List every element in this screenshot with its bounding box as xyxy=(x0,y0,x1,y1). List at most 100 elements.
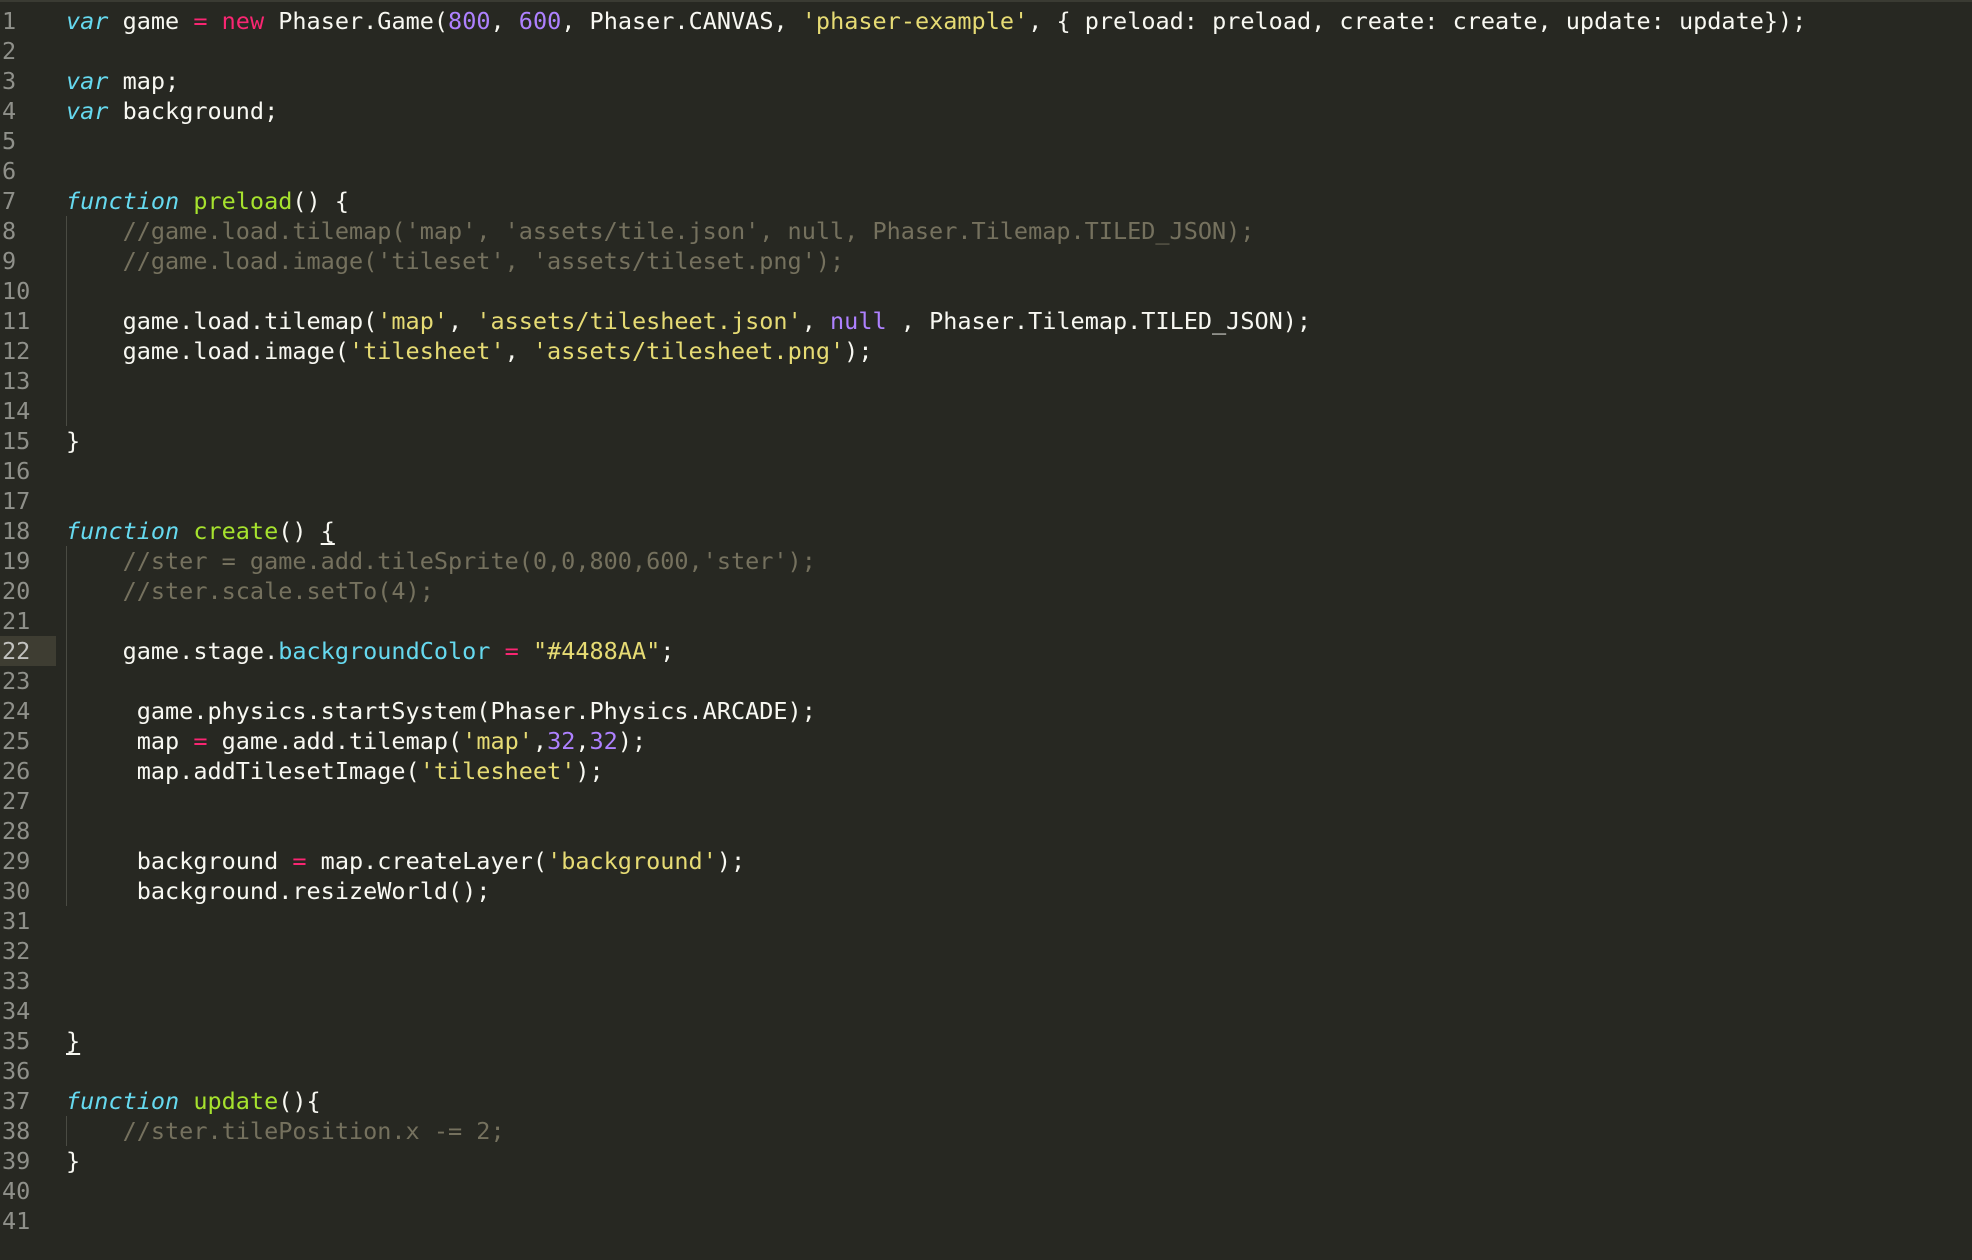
code-line[interactable]: 10 xyxy=(0,276,1972,306)
code-token: , Phaser.Tilemap.TILED_JSON); xyxy=(886,307,1312,335)
code-token: } xyxy=(66,427,81,455)
code-text: //ster = game.add.tileSprite(0,0,800,600… xyxy=(66,546,816,576)
code-line[interactable]: 26 map.addTilesetImage('tilesheet'); xyxy=(0,756,1972,786)
code-line[interactable]: 19 //ster = game.add.tileSprite(0,0,800,… xyxy=(0,546,1972,576)
code-token: null xyxy=(830,307,887,335)
code-line[interactable]: 7 function preload() { xyxy=(0,186,1972,216)
code-line[interactable]: 11 game.load.tilemap('map', 'assets/tile… xyxy=(0,306,1972,336)
line-number: 25 xyxy=(2,727,31,755)
code-token: , xyxy=(490,7,519,35)
code-token: function xyxy=(66,1087,180,1115)
code-line[interactable]: 9 //game.load.image('tileset', 'assets/t… xyxy=(0,246,1972,276)
code-text: game.physics.startSystem(Phaser.Physics.… xyxy=(66,696,816,726)
code-token: } xyxy=(66,1147,81,1175)
line-number: 26 xyxy=(2,757,31,785)
code-token: game xyxy=(108,7,194,35)
code-token: var xyxy=(66,67,109,95)
code-line[interactable]: 20 //ster.scale.setTo(4); xyxy=(0,576,1972,606)
code-text: background = map.createLayer('background… xyxy=(66,846,745,876)
code-text: function preload() { xyxy=(66,186,349,216)
indent-guide xyxy=(66,666,67,696)
code-line[interactable]: 14 xyxy=(0,396,1972,426)
code-token: background; xyxy=(108,97,279,125)
code-line[interactable]: 38 //ster.tilePosition.x -= 2; xyxy=(0,1116,1972,1146)
line-number: 28 xyxy=(2,817,31,845)
line-number: 10 xyxy=(2,277,31,305)
code-line[interactable]: 1 var game = new Phaser.Game(800, 600, Ph… xyxy=(0,6,1972,36)
code-line[interactable]: 27 xyxy=(0,786,1972,816)
code-area[interactable]: 1 var game = new Phaser.Game(800, 600, Ph… xyxy=(0,6,1972,1236)
code-line[interactable]: 13 xyxy=(0,366,1972,396)
line-number: 29 xyxy=(2,847,31,875)
code-line[interactable]: 28 xyxy=(0,816,1972,846)
line-number: 34 xyxy=(2,997,31,1025)
code-token: game.load.tilemap( xyxy=(66,307,378,335)
code-token: } xyxy=(66,1027,81,1055)
code-line[interactable]: 31 xyxy=(0,906,1972,936)
code-token: = xyxy=(504,637,519,665)
code-text: var map; xyxy=(66,66,179,96)
code-token: create xyxy=(193,517,279,545)
code-line[interactable]: 18 function create() { xyxy=(0,516,1972,546)
code-text: //ster.tilePosition.x -= 2; xyxy=(66,1116,505,1146)
code-line[interactable]: 8 //game.load.tilemap('map', 'assets/til… xyxy=(0,216,1972,246)
line-number: 7 xyxy=(2,187,17,215)
code-token: background xyxy=(66,847,293,875)
code-line[interactable]: 30 background.resizeWorld(); xyxy=(0,876,1972,906)
code-token: , Phaser.CANVAS, xyxy=(561,7,802,35)
code-line[interactable]: 35} xyxy=(0,1026,1972,1056)
line-number: 13 xyxy=(2,367,31,395)
code-line[interactable]: 23 xyxy=(0,666,1972,696)
code-token: map.addTilesetImage( xyxy=(66,757,420,785)
code-token: 'assets/tilesheet.json' xyxy=(476,307,802,335)
line-number: 23 xyxy=(2,667,31,695)
code-text: var game = new Phaser.Game(800, 600, Pha… xyxy=(66,6,1806,36)
code-line[interactable]: 36 xyxy=(0,1056,1972,1086)
code-token: ); xyxy=(716,847,746,875)
code-line[interactable]: 39} xyxy=(0,1146,1972,1176)
code-line[interactable]: 3 var map; xyxy=(0,66,1972,96)
line-number: 11 xyxy=(2,307,31,335)
code-text: var background; xyxy=(66,96,278,126)
code-token: function xyxy=(66,187,180,215)
code-line[interactable]: 22 game.stage.backgroundColor = "#4488AA… xyxy=(0,636,1972,666)
code-line[interactable]: 37 function update(){ xyxy=(0,1086,1972,1116)
code-line[interactable]: 5 xyxy=(0,126,1972,156)
code-token: 'phaser-example' xyxy=(801,7,1029,35)
line-number: 40 xyxy=(2,1177,31,1205)
code-token: 32 xyxy=(547,727,576,755)
line-number: 3 xyxy=(2,67,17,95)
code-token: var xyxy=(66,7,109,35)
code-token: , xyxy=(448,307,477,335)
code-line[interactable]: 17 xyxy=(0,486,1972,516)
code-token: 'map' xyxy=(462,727,533,755)
code-token: update xyxy=(193,1087,279,1115)
code-line[interactable]: 34 xyxy=(0,996,1972,1026)
code-line[interactable]: 40 xyxy=(0,1176,1972,1206)
code-token: new xyxy=(221,7,265,35)
code-line[interactable]: 6 xyxy=(0,156,1972,186)
code-line[interactable]: 4 var background; xyxy=(0,96,1972,126)
code-line[interactable]: 32 xyxy=(0,936,1972,966)
code-editor[interactable]: 1 var game = new Phaser.Game(800, 600, Ph… xyxy=(0,0,1972,1260)
code-token: 'assets/tilesheet.png' xyxy=(532,337,845,365)
code-line[interactable]: 21 xyxy=(0,606,1972,636)
code-line[interactable]: 16 xyxy=(0,456,1972,486)
code-token: "#4488AA" xyxy=(532,637,661,665)
code-line[interactable]: 41 xyxy=(0,1206,1972,1236)
code-text: //game.load.tilemap('map', 'assets/tile.… xyxy=(66,216,1255,246)
line-number: 16 xyxy=(2,457,31,485)
code-line[interactable]: 25 map = game.add.tilemap('map',32,32); xyxy=(0,726,1972,756)
line-number: 4 xyxy=(2,97,17,125)
code-line[interactable]: 24 game.physics.startSystem(Phaser.Physi… xyxy=(0,696,1972,726)
code-line[interactable]: 12 game.load.image('tilesheet', 'assets/… xyxy=(0,336,1972,366)
code-line[interactable]: 29 background = map.createLayer('backgro… xyxy=(0,846,1972,876)
code-line[interactable]: 2 xyxy=(0,36,1972,66)
code-token: game.physics.startSystem(Phaser.Physics.… xyxy=(66,697,816,725)
code-token: function xyxy=(66,517,180,545)
code-text: game.load.tilemap('map', 'assets/tileshe… xyxy=(66,306,1312,336)
code-line[interactable]: 33 xyxy=(0,966,1972,996)
code-line[interactable]: 15} xyxy=(0,426,1972,456)
